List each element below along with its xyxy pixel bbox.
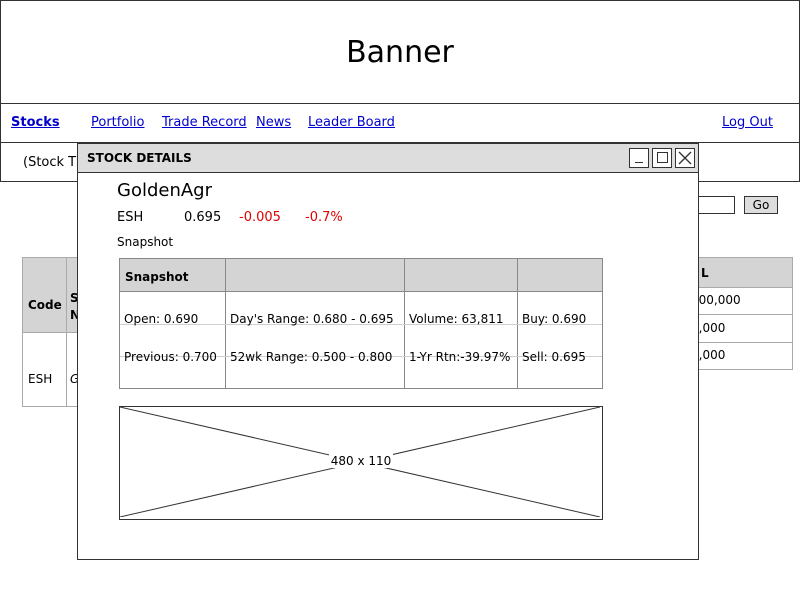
close-icon <box>678 151 692 165</box>
maximize-icon <box>657 152 668 163</box>
maximize-button[interactable] <box>652 148 672 168</box>
snapshot-table: Snapshot Open: 0.690 Day's Range: 0.680 … <box>119 258 603 389</box>
nav-leader-board-link[interactable]: Leader Board <box>308 115 395 130</box>
stock-table: Code S N ESH G <box>22 257 82 407</box>
snapshot-table-header <box>120 259 602 292</box>
nav-bar: Stocks Portfolio Trade Record News Leade… <box>0 103 800 143</box>
nav-portfolio-link[interactable]: Portfolio <box>91 115 144 130</box>
snapshot-52wk-range: 52wk Range: 0.500 - 0.800 <box>230 350 393 364</box>
quote-change-percent: -0.7% <box>305 210 343 225</box>
ticker-text: (Stock Ti <box>23 155 80 170</box>
nav-logout-link[interactable]: Log Out <box>722 115 773 130</box>
nav-news-link[interactable]: News <box>256 115 291 130</box>
placeholder-size-label: 480 x 110 <box>328 454 394 468</box>
nav-stocks-link[interactable]: Stocks <box>11 115 60 130</box>
close-button[interactable] <box>675 148 695 168</box>
stock-name: GoldenAgr <box>117 180 213 201</box>
go-button[interactable]: Go <box>744 196 778 214</box>
minimize-button[interactable] <box>629 148 649 168</box>
code-column-header: Code <box>28 298 62 312</box>
table-row-code[interactable]: ESH <box>28 372 52 386</box>
quote-code: ESH <box>117 210 144 225</box>
snapshot-1yr-return: 1-Yr Rtn:-39.97% <box>409 350 511 364</box>
right-column-header: L <box>701 266 709 280</box>
snapshot-buy: Buy: 0.690 <box>522 312 587 326</box>
snapshot-previous: Previous: 0.700 <box>124 350 217 364</box>
snapshot-days-range: Day's Range: 0.680 - 0.695 <box>230 312 394 326</box>
snapshot-sell: Sell: 0.695 <box>522 350 586 364</box>
dialog-titlebar[interactable]: STOCK DETAILS <box>78 144 698 173</box>
snapshot-open: Open: 0.690 <box>124 312 199 326</box>
stock-details-dialog: STOCK DETAILS GoldenAgr ESH 0.695 -0.005… <box>77 143 699 560</box>
chart-image-placeholder: 480 x 110 <box>119 406 603 520</box>
snapshot-header: Snapshot <box>125 270 189 284</box>
snapshot-volume: Volume: 63,811 <box>409 312 504 326</box>
quote-price: 0.695 <box>184 210 222 225</box>
dialog-title: STOCK DETAILS <box>87 151 192 165</box>
quote-change: -0.005 <box>239 210 281 225</box>
nav-trade-record-link[interactable]: Trade Record <box>162 115 247 130</box>
banner-title: Banner <box>346 34 454 70</box>
minimize-icon <box>635 162 643 163</box>
snapshot-label: Snapshot <box>117 235 174 249</box>
banner: Banner <box>0 0 800 104</box>
